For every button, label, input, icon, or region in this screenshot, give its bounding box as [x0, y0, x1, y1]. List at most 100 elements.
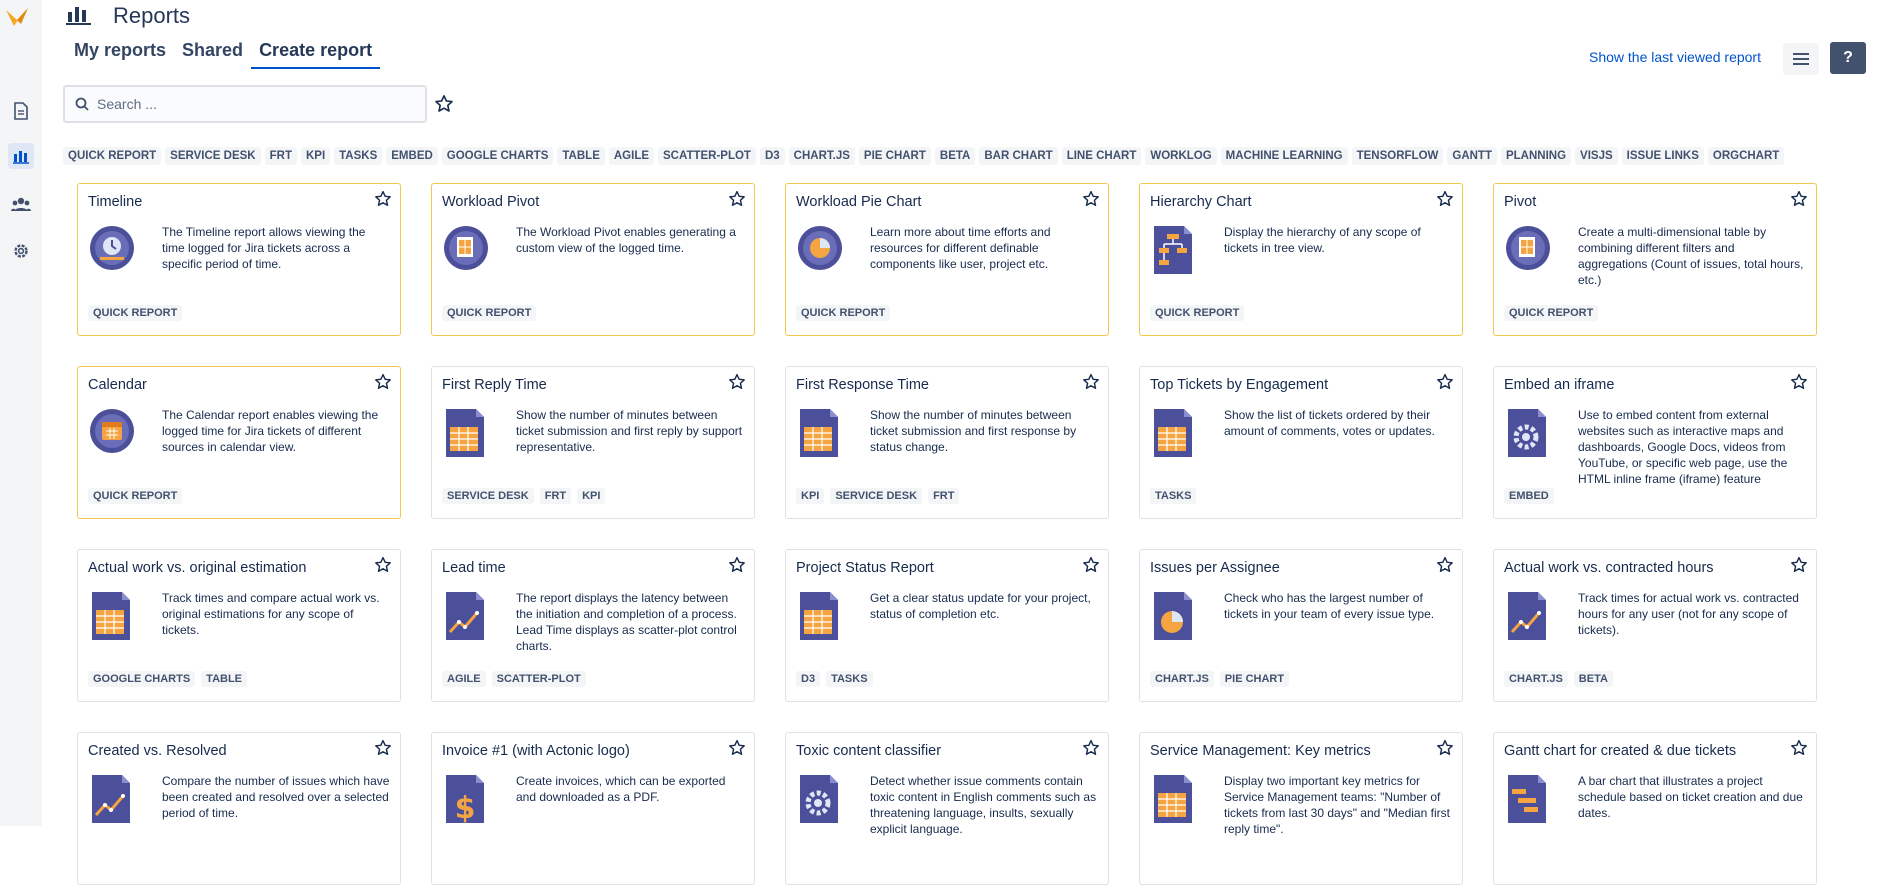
report-card[interactable]: First Reply TimeShow the number of minut…	[431, 366, 755, 519]
report-card-tag[interactable]: EMBED	[1504, 488, 1554, 504]
report-card-tag[interactable]: TASKS	[1150, 488, 1196, 504]
report-card[interactable]: Toxic content classifierDetect whether i…	[785, 732, 1109, 885]
favorite-star-icon[interactable]	[1436, 556, 1454, 579]
favorite-star-icon[interactable]	[374, 556, 392, 579]
favorite-star-icon[interactable]	[374, 190, 392, 213]
filter-tag[interactable]: KPI	[301, 147, 330, 165]
favorite-star-icon[interactable]	[728, 739, 746, 762]
report-card[interactable]: Issues per AssigneeCheck who has the lar…	[1139, 549, 1463, 702]
report-card[interactable]: Hierarchy ChartDisplay the hierarchy of …	[1139, 183, 1463, 336]
report-card[interactable]: Top Tickets by EngagementShow the list o…	[1139, 366, 1463, 519]
filter-tag[interactable]: SERVICE DESK	[165, 147, 260, 165]
report-card-tag[interactable]: SERVICE DESK	[442, 488, 534, 504]
filter-tag[interactable]: CHART.JS	[789, 147, 855, 165]
report-card-tag[interactable]: TABLE	[201, 671, 247, 687]
report-card[interactable]: Created vs. ResolvedCompare the number o…	[77, 732, 401, 885]
report-card-tag[interactable]: SCATTER-PLOT	[492, 671, 586, 687]
filter-tag[interactable]: TABLE	[557, 147, 604, 165]
favorite-star-icon[interactable]	[728, 556, 746, 579]
report-card[interactable]: Invoice #1 (with Actonic logo)$Create in…	[431, 732, 755, 885]
favorite-star-icon[interactable]	[1790, 373, 1808, 396]
report-card[interactable]: Actual work vs. contracted hoursTrack ti…	[1493, 549, 1817, 702]
report-card-tag[interactable]: TASKS	[826, 671, 872, 687]
report-card[interactable]: Embed an iframeUse to embed content from…	[1493, 366, 1817, 519]
report-card-tag[interactable]: QUICK REPORT	[1150, 305, 1244, 321]
filter-tag[interactable]: SCATTER-PLOT	[658, 147, 756, 165]
report-card[interactable]: CalendarThe Calendar report enables view…	[77, 366, 401, 519]
show-last-viewed-report-link[interactable]: Show the last viewed report	[1589, 49, 1761, 65]
report-card-tag[interactable]: QUICK REPORT	[1504, 305, 1598, 321]
report-card[interactable]: Workload PivotThe Workload Pivot enables…	[431, 183, 755, 336]
tab-shared[interactable]: Shared	[174, 38, 251, 69]
report-card[interactable]: Lead timeThe report displays the latency…	[431, 549, 755, 702]
filter-tag[interactable]: GANTT	[1447, 147, 1497, 165]
report-card-tag[interactable]: GOOGLE CHARTS	[88, 671, 195, 687]
report-card-tag[interactable]: QUICK REPORT	[88, 305, 182, 321]
favorite-star-icon[interactable]	[1790, 556, 1808, 579]
document-icon[interactable]	[8, 98, 34, 124]
app-logo[interactable]	[4, 6, 30, 37]
report-card-tag[interactable]: CHART.JS	[1504, 671, 1568, 687]
favorite-star-icon[interactable]	[1436, 739, 1454, 762]
report-card[interactable]: Project Status ReportGet a clear status …	[785, 549, 1109, 702]
search-input[interactable]	[97, 96, 397, 112]
report-card-tag[interactable]: BETA	[1574, 671, 1613, 687]
report-card[interactable]: Service Management: Key metricsDisplay t…	[1139, 732, 1463, 885]
report-card[interactable]: First Response TimeShow the number of mi…	[785, 366, 1109, 519]
favorite-star-icon[interactable]	[374, 373, 392, 396]
reports-icon[interactable]	[8, 143, 34, 169]
filter-tag[interactable]: ORGCHART	[1708, 147, 1784, 165]
report-card-tag[interactable]: KPI	[796, 488, 824, 504]
favorite-star-icon[interactable]	[1436, 373, 1454, 396]
favorite-star-icon[interactable]	[1082, 373, 1100, 396]
favorites-star-icon[interactable]	[434, 94, 454, 119]
report-card-tag[interactable]: FRT	[540, 488, 571, 504]
filter-tag[interactable]: PIE CHART	[859, 147, 931, 165]
filter-tag[interactable]: WORKLOG	[1145, 147, 1216, 165]
filter-tag[interactable]: LINE CHART	[1062, 147, 1142, 165]
filter-tag[interactable]: EMBED	[386, 147, 438, 165]
report-card-tag[interactable]: QUICK REPORT	[442, 305, 536, 321]
favorite-star-icon[interactable]	[1082, 739, 1100, 762]
report-card[interactable]: Workload Pie ChartLearn more about time …	[785, 183, 1109, 336]
report-card-tag[interactable]: PIE CHART	[1220, 671, 1289, 687]
favorite-star-icon[interactable]	[1790, 190, 1808, 213]
favorite-star-icon[interactable]	[1790, 739, 1808, 762]
filter-tag[interactable]: FRT	[265, 147, 297, 165]
report-card-tag[interactable]: FRT	[928, 488, 959, 504]
report-card[interactable]: Actual work vs. original estimationTrack…	[77, 549, 401, 702]
filter-tag[interactable]: D3	[760, 147, 785, 165]
report-card-tag[interactable]: KPI	[577, 488, 605, 504]
report-card-tag[interactable]: CHART.JS	[1150, 671, 1214, 687]
settings-icon[interactable]	[8, 238, 34, 264]
filter-tag[interactable]: GOOGLE CHARTS	[442, 147, 554, 165]
favorite-star-icon[interactable]	[728, 373, 746, 396]
filter-tag[interactable]: MACHINE LEARNING	[1221, 147, 1348, 165]
search-field[interactable]	[63, 85, 427, 123]
favorite-star-icon[interactable]	[1082, 556, 1100, 579]
favorite-star-icon[interactable]	[374, 739, 392, 762]
report-card[interactable]: Gantt chart for created & due ticketsA b…	[1493, 732, 1817, 885]
report-card-tag[interactable]: D3	[796, 671, 820, 687]
menu-button[interactable]	[1783, 43, 1819, 75]
report-card[interactable]: TimelineThe Timeline report allows viewi…	[77, 183, 401, 336]
tab-create-report[interactable]: Create report	[251, 38, 380, 69]
report-card[interactable]: PivotCreate a multi-dimensional table by…	[1493, 183, 1817, 336]
filter-tag[interactable]: BAR CHART	[979, 147, 1057, 165]
report-card-tag[interactable]: AGILE	[442, 671, 486, 687]
filter-tag[interactable]: TASKS	[334, 147, 382, 165]
filter-tag[interactable]: QUICK REPORT	[63, 147, 161, 165]
filter-tag[interactable]: AGILE	[609, 147, 654, 165]
favorite-star-icon[interactable]	[1082, 190, 1100, 213]
filter-tag[interactable]: ISSUE LINKS	[1622, 147, 1704, 165]
favorite-star-icon[interactable]	[1436, 190, 1454, 213]
report-card-tag[interactable]: QUICK REPORT	[88, 488, 182, 504]
filter-tag[interactable]: VISJS	[1575, 147, 1618, 165]
tab-my-reports[interactable]: My reports	[66, 38, 174, 69]
report-card-tag[interactable]: SERVICE DESK	[830, 488, 922, 504]
report-card-tag[interactable]: QUICK REPORT	[796, 305, 890, 321]
help-button[interactable]: ?	[1830, 42, 1866, 74]
favorite-star-icon[interactable]	[728, 190, 746, 213]
filter-tag[interactable]: PLANNING	[1501, 147, 1571, 165]
users-icon[interactable]	[8, 191, 34, 217]
